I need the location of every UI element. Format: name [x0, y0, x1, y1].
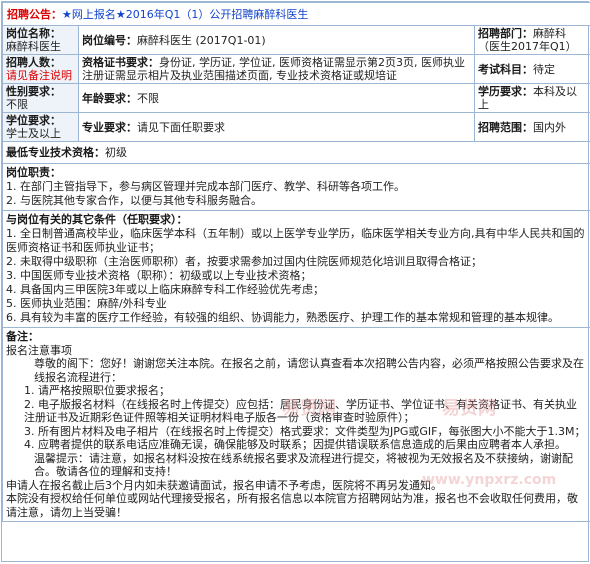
notice-label: 招聘公告： [7, 8, 62, 21]
gender-value: 不限 [6, 98, 75, 111]
notes-end: 申请人在报名截止后3个月内如未获邀请面试，报名申请不予考虑，医院将不再另发通知。 [6, 479, 587, 493]
notes-tip: 温馨提示：请注意，如报名材料没按在线系统报名要求及流程进行提交，将被视为无效报名… [6, 452, 587, 479]
notes-item: 3. 所有图片材料及电子相片（在线报名时上传提交）格式要求：文件类型为JPG或G… [6, 425, 587, 439]
row-gender-age: 性别要求： 不限 年龄要求：不限 学历要求：本科及以上 [3, 84, 590, 113]
req-line: 5. 医师执业范围：麻醉/外科专业 [6, 297, 587, 311]
age-label: 年龄要求： [82, 92, 137, 105]
pos-name-value: 麻醉科医生 [6, 40, 75, 53]
exam-label: 考试科目： [478, 63, 533, 76]
req-line: 6. 具有较为丰富的医疗工作经验，有较强的组织、协调能力，熟悉医疗、护理工作的基… [6, 311, 587, 325]
notice-title-link[interactable]: ★网上报名★2016年Q1（1）公开招聘麻醉科医生 [62, 8, 308, 21]
notes-end: 本院没有授权给任何单位或网站代理接受报名，所有报名信息以本院官方招聘网站为准，报… [6, 492, 587, 519]
row-count-cert: 招聘人数： 请见备注说明 资格证书要求：身份证, 学历证, 学位证, 医师资格证… [3, 55, 590, 84]
req-line: 4. 具备国内三甲医院3年或以上临床麻醉专科工作经验优先考虑； [6, 283, 587, 297]
duty-line: 1. 在部门主管指导下，参与病区管理并完成本部门医疗、教学、科研等各项工作。 [6, 180, 587, 194]
row-degree-major: 学位要求： 学士及以上 专业要求：请见下面任职要求 招聘范围：国内外 [3, 113, 590, 142]
notice-title-row: 招聘公告：★网上报名★2016年Q1（1）公开招聘麻醉科医生 [3, 3, 590, 26]
pos-code-value: 麻醉科医生 (2017Q1-01) [137, 34, 266, 47]
major-label: 专业要求： [82, 121, 137, 134]
req-line: 2. 未取得中级职称（主治医师职称）者，按要求需参加过国内住院医师规范化培训且取… [6, 255, 587, 269]
qual-label: 最低专业技术资格： [6, 146, 105, 159]
pos-code-label: 岗位编号： [82, 34, 137, 47]
notes-item: 1. 请严格按照职位要求报名； [6, 384, 587, 398]
dept-label: 招聘部门： [478, 27, 533, 40]
degree-label: 学位要求： [6, 114, 75, 127]
degree-value: 学士及以上 [6, 127, 75, 140]
age-value: 不限 [137, 92, 159, 105]
notes-heading: 备注： [6, 330, 587, 344]
row-qualification: 最低专业技术资格：初级 [3, 142, 590, 164]
notes-item: 4. 应聘者提供的联系电话应准确无误，确保能够及时联系；因提供错误联系信息造成的… [6, 438, 587, 452]
row-requirements: 与岗位有关的其它条件（任职要求）： 1. 全日制普通高校毕业，临床医学本科（五年… [3, 211, 590, 328]
count-label: 招聘人数： [6, 56, 75, 69]
scope-label: 招聘范围： [478, 121, 533, 134]
req-heading: 与岗位有关的其它条件（任职要求）： [6, 213, 587, 227]
req-line: 1. 全日制普通高校毕业，临床医学本科（五年制）或以上医学专业学历，临床医学相关… [6, 227, 587, 255]
count-value: 请见备注说明 [6, 69, 75, 82]
row-position: 岗位名称： 麻醉科医生 岗位编号：麻醉科医生 (2017Q1-01) 招聘部门：… [3, 26, 590, 55]
notes-sub: 报名注意事项 [6, 344, 587, 358]
exam-value: 待定 [533, 63, 555, 76]
req-line: 3. 中国医师专业技术资格（职称）：初级或以上专业技术资格； [6, 269, 587, 283]
cert-label: 资格证书要求： [82, 56, 159, 69]
job-notice-document: 招聘公告：★网上报名★2016年Q1（1）公开招聘麻醉科医生 岗位名称： 麻醉科… [1, 1, 589, 562]
duty-line: 2. 与医院其他专家合作，以便与其他专科服务融合。 [6, 194, 587, 208]
major-value: 请见下面任职要求 [137, 121, 225, 134]
row-notes: 备注： 报名注意事项 尊敬的阁下：您好！谢谢您关注本院。在报名之前，请您认真查看… [3, 328, 590, 522]
qual-value: 初级 [105, 146, 127, 159]
duty-heading: 岗位职责： [6, 166, 587, 180]
gender-label: 性别要求： [6, 85, 75, 98]
notes-intro: 尊敬的阁下：您好！谢谢您关注本院。在报名之前，请您认真查看本次招聘公告内容，必须… [6, 357, 587, 384]
job-notice-table: 招聘公告：★网上报名★2016年Q1（1）公开招聘麻醉科医生 岗位名称： 麻醉科… [2, 2, 590, 522]
row-duties: 岗位职责： 1. 在部门主管指导下，参与病区管理并完成本部门医疗、教学、科研等各… [3, 164, 590, 211]
notes-item: 2. 电子版报名材料（在线报名时上传提交）应包括：居民身份证、学历证书、学位证书… [6, 398, 587, 425]
edu-label: 学历要求： [478, 85, 533, 98]
pos-name-label: 岗位名称： [6, 27, 75, 40]
scope-value: 国内外 [533, 121, 566, 134]
